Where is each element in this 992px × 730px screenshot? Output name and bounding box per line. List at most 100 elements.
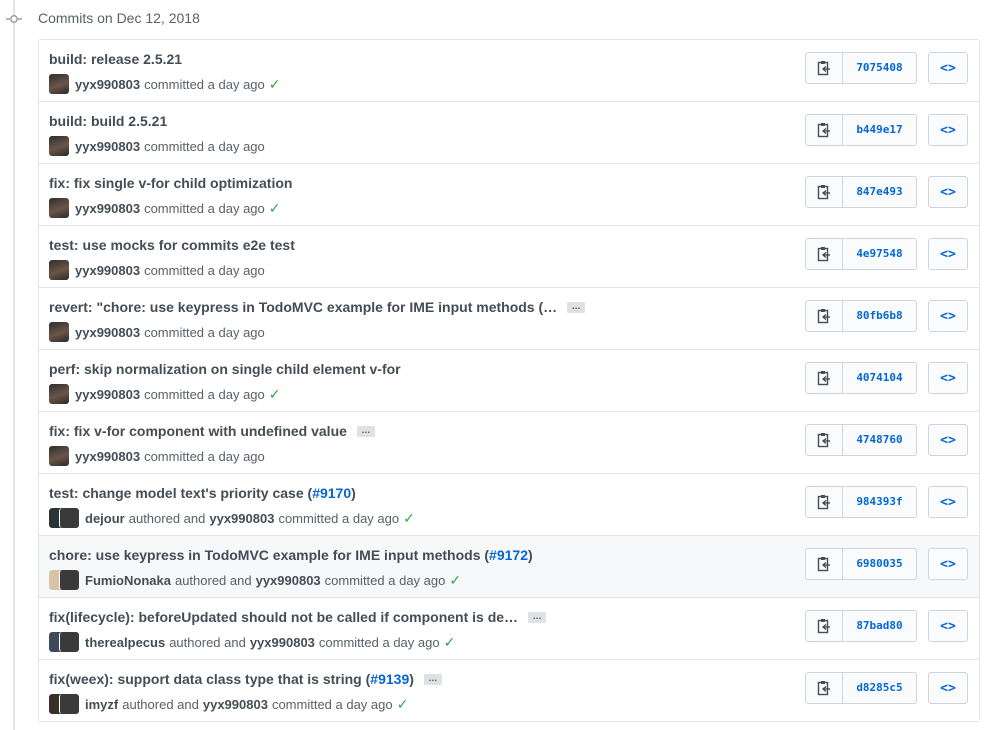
commit-title[interactable]: fix: fix single v-for child optimization [49, 175, 292, 191]
copy-sha-button[interactable] [806, 487, 843, 517]
author-link[interactable]: yyx990803 [75, 449, 140, 464]
copy-sha-button[interactable] [806, 611, 843, 641]
avatar[interactable] [49, 508, 79, 528]
author-link[interactable]: yyx990803 [75, 77, 140, 92]
browse-repo-button[interactable]: <> [928, 52, 968, 84]
check-icon[interactable]: ✓ [269, 76, 281, 93]
commit-sha-link[interactable]: 4e97548 [843, 239, 916, 269]
commit-message-link[interactable]: test: change model text's priority case … [49, 485, 312, 501]
commit-message-link[interactable]: revert: "chore: use keypress in TodoMVC … [49, 299, 557, 315]
author-link[interactable]: yyx990803 [75, 201, 140, 216]
avatar[interactable] [49, 384, 69, 404]
check-icon[interactable]: ✓ [397, 696, 409, 713]
expand-message-button[interactable]: … [567, 301, 586, 313]
author-link[interactable]: imyzf [85, 697, 118, 712]
author-link[interactable]: yyx990803 [75, 387, 140, 402]
check-icon[interactable]: ✓ [403, 510, 415, 527]
commit-message-link[interactable]: fix(weex): support data class type that … [49, 671, 370, 687]
commit-sha-link[interactable]: 4748760 [843, 425, 916, 455]
pull-request-link[interactable]: #9139 [370, 671, 409, 687]
avatar[interactable] [49, 198, 69, 218]
commit-title[interactable]: test: change model text's priority case … [49, 485, 356, 501]
commit-title[interactable]: fix: fix v-for component with undefined … [49, 423, 375, 439]
commit-message-link[interactable]: test: use mocks for commits e2e test [49, 237, 295, 253]
commit-title[interactable]: perf: skip normalization on single child… [49, 361, 401, 377]
commit-message-link[interactable]: fix(lifecycle): beforeUpdated should not… [49, 609, 518, 625]
commit-sha-link[interactable]: 7075408 [843, 53, 916, 83]
commit-sha-link[interactable]: 87bad80 [843, 611, 916, 641]
check-icon[interactable]: ✓ [449, 572, 461, 589]
expand-message-button[interactable]: … [356, 425, 375, 437]
commit-title[interactable]: revert: "chore: use keypress in TodoMVC … [49, 299, 586, 315]
commit-message-link[interactable]: build: release 2.5.21 [49, 51, 182, 67]
author-link[interactable]: FumioNonaka [85, 573, 171, 588]
check-icon[interactable]: ✓ [444, 634, 456, 651]
author-link[interactable]: yyx990803 [75, 325, 140, 340]
browse-repo-button[interactable]: <> [928, 114, 968, 146]
browse-repo-button[interactable]: <> [928, 610, 968, 642]
browse-repo-button[interactable]: <> [928, 176, 968, 208]
commit-message-link[interactable]: perf: skip normalization on single child… [49, 361, 401, 377]
browse-repo-button[interactable]: <> [928, 300, 968, 332]
copy-sha-button[interactable] [806, 673, 843, 703]
committer-link[interactable]: yyx990803 [256, 573, 321, 588]
commit-sha-link[interactable]: 80fb6b8 [843, 301, 916, 331]
author-link[interactable]: yyx990803 [75, 139, 140, 154]
avatar[interactable] [49, 694, 79, 714]
commit-sha-link[interactable]: 984393f [843, 487, 916, 517]
copy-sha-button[interactable] [806, 177, 843, 207]
copy-sha-button[interactable] [806, 301, 843, 331]
browse-repo-button[interactable]: <> [928, 238, 968, 270]
browse-repo-button[interactable]: <> [928, 362, 968, 394]
author-link[interactable]: dejour [85, 511, 125, 526]
committer-link[interactable]: yyx990803 [250, 635, 315, 650]
avatar[interactable] [49, 570, 79, 590]
pull-request-link[interactable]: #9170 [312, 485, 351, 501]
commit-sha-link[interactable]: 847e493 [843, 177, 916, 207]
browse-repo-button[interactable]: <> [928, 672, 968, 704]
commit-title[interactable]: test: use mocks for commits e2e test [49, 237, 295, 253]
commit-sha-link[interactable]: b449e17 [843, 115, 916, 145]
expand-message-button[interactable]: … [423, 673, 442, 685]
commit-title[interactable]: fix(lifecycle): beforeUpdated should not… [49, 609, 547, 625]
commit-message-link[interactable]: chore: use keypress in TodoMVC example f… [49, 547, 489, 563]
commit-meta: yyx990803 committed a day ago [49, 446, 265, 466]
commit-message-link[interactable]: fix: fix v-for component with undefined … [49, 423, 347, 439]
copy-sha-button[interactable] [806, 115, 843, 145]
commit-title[interactable]: chore: use keypress in TodoMVC example f… [49, 547, 533, 563]
commit-title[interactable]: build: build 2.5.21 [49, 113, 167, 129]
commit-sha-link[interactable]: d8285c5 [843, 673, 916, 703]
browse-repo-button[interactable]: <> [928, 424, 968, 456]
commit-message-link[interactable]: build: build 2.5.21 [49, 113, 167, 129]
commit-sha-link[interactable]: 6980035 [843, 549, 916, 579]
author-link[interactable]: yyx990803 [75, 263, 140, 278]
commit-message-link[interactable]: fix: fix single v-for child optimization [49, 175, 292, 191]
browse-repo-button[interactable]: <> [928, 486, 968, 518]
code-icon: <> [940, 370, 956, 386]
author-link[interactable]: therealpecus [85, 635, 165, 650]
avatar[interactable] [49, 136, 69, 156]
avatar[interactable] [49, 260, 69, 280]
copy-sha-button[interactable] [806, 363, 843, 393]
committer-link[interactable]: yyx990803 [203, 697, 268, 712]
commit-sha-link[interactable]: 4074104 [843, 363, 916, 393]
copy-sha-button[interactable] [806, 425, 843, 455]
committer-link[interactable]: yyx990803 [209, 511, 274, 526]
browse-repo-button[interactable]: <> [928, 548, 968, 580]
commit-title[interactable]: build: release 2.5.21 [49, 51, 182, 67]
commit-sha-group: 4074104 [805, 362, 917, 394]
copy-sha-button[interactable] [806, 239, 843, 269]
pull-request-link[interactable]: #9172 [489, 547, 528, 563]
avatar[interactable] [49, 322, 69, 342]
avatar[interactable] [49, 446, 69, 466]
code-icon: <> [940, 556, 956, 572]
check-icon[interactable]: ✓ [269, 200, 281, 217]
copy-sha-button[interactable] [806, 549, 843, 579]
commit-title[interactable]: fix(weex): support data class type that … [49, 671, 442, 687]
expand-message-button[interactable]: … [528, 611, 547, 623]
avatar[interactable] [49, 632, 79, 652]
code-icon: <> [940, 308, 956, 324]
avatar[interactable] [49, 74, 69, 94]
check-icon[interactable]: ✓ [269, 386, 281, 403]
copy-sha-button[interactable] [806, 53, 843, 83]
